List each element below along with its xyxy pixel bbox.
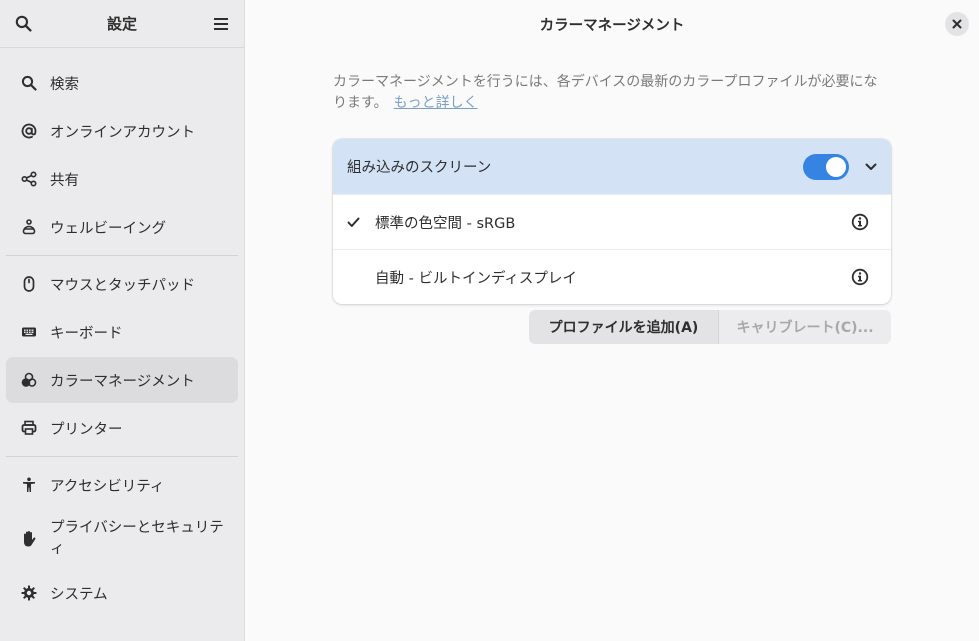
- sidebar-item-keyboard[interactable]: キーボード: [6, 309, 238, 355]
- main-panel: カラーマネージメント カラーマネージメントを行うには、各デバイスの最新のカラープ…: [245, 0, 979, 641]
- gear-icon: [20, 584, 38, 602]
- sidebar-nav: 検索 オンラインアカウント 共有 ウェルビーイング マウスとタッチパッド キーボ…: [0, 48, 244, 616]
- sidebar-item-privacy-security[interactable]: プライバシーとセキュリティ: [6, 510, 238, 568]
- share-icon: [20, 170, 38, 188]
- sidebar-item-label: カラーマネージメント: [50, 373, 195, 390]
- sidebar-item-label: プライバシーとセキュリティ: [50, 520, 224, 557]
- keyboard-icon: [20, 323, 38, 341]
- accessibility-icon: [20, 476, 38, 494]
- profile-row[interactable]: 標準の色空間 - sRGB: [333, 194, 891, 249]
- sidebar-item-system[interactable]: システム: [6, 570, 238, 616]
- profile-button-group: プロファイルを追加(A) キャリブレート(C)...: [333, 310, 891, 344]
- sidebar-title: 設定: [106, 15, 137, 33]
- intro-text: カラーマネージメントを行うには、各デバイスの最新のカラープロファイルが必要になり…: [333, 72, 891, 114]
- sidebar-item-label: マウスとタッチパッド: [50, 277, 195, 294]
- sidebar-item-label: キーボード: [50, 325, 123, 342]
- sidebar-item-wellbeing[interactable]: ウェルビーイング: [6, 204, 238, 250]
- sidebar-item-label: システム: [50, 586, 108, 603]
- toggle-knob: [826, 156, 846, 177]
- calibrate-button[interactable]: キャリブレート(C)...: [718, 310, 891, 344]
- check-icon: [347, 217, 375, 228]
- sidebar-item-label: ウェルビーイング: [50, 220, 166, 237]
- sidebar-item-search[interactable]: 検索: [6, 60, 238, 106]
- learn-more-link[interactable]: もっと詳しく: [394, 95, 478, 111]
- sidebar-item-label: オンラインアカウント: [50, 124, 195, 141]
- color-icon: [20, 371, 38, 389]
- search-button[interactable]: [13, 14, 33, 34]
- sidebar-item-label: アクセシビリティ: [50, 478, 165, 495]
- color-content: カラーマネージメントを行うには、各デバイスの最新のカラープロファイルが必要になり…: [333, 72, 891, 344]
- sidebar-item-sharing[interactable]: 共有: [6, 156, 238, 202]
- search-icon: [20, 74, 38, 92]
- main-menu-button[interactable]: [211, 14, 231, 34]
- at-icon: [20, 122, 38, 140]
- search-icon: [15, 15, 32, 32]
- info-icon[interactable]: [851, 268, 869, 286]
- add-profile-button[interactable]: プロファイルを追加(A): [529, 310, 718, 344]
- sidebar-item-online-accounts[interactable]: オンラインアカウント: [6, 108, 238, 154]
- sidebar: 設定 検索 オンラインアカウント 共有 ウェルビーイング マウスとタッチパッド …: [0, 0, 245, 641]
- info-icon[interactable]: [851, 213, 869, 231]
- device-toggle[interactable]: [803, 153, 849, 180]
- profile-label: 標準の色空間 - sRGB: [375, 215, 516, 232]
- profile-row[interactable]: 自動 - ビルトインディスプレイ: [333, 249, 891, 304]
- sidebar-item-mouse-touchpad[interactable]: マウスとタッチパッド: [6, 261, 238, 307]
- profile-label: 自動 - ビルトインディスプレイ: [375, 270, 577, 287]
- settings-window: 設定 検索 オンラインアカウント 共有 ウェルビーイング マウスとタッチパッド …: [0, 0, 979, 641]
- sidebar-item-label: 検索: [50, 76, 79, 93]
- hand-icon: [20, 530, 38, 548]
- printer-icon: [20, 419, 38, 437]
- device-name: 組み込みのスクリーン: [347, 160, 492, 176]
- sidebar-item-color-management[interactable]: カラーマネージメント: [6, 357, 238, 403]
- page-title: カラーマネージメント: [539, 17, 685, 34]
- device-row[interactable]: 組み込みのスクリーン: [333, 139, 891, 194]
- sidebar-separator: [6, 255, 238, 256]
- hamburger-icon: [213, 17, 228, 30]
- mouse-icon: [20, 275, 38, 293]
- sidebar-separator: [6, 456, 238, 457]
- sidebar-item-label: 共有: [50, 172, 79, 189]
- main-header: カラーマネージメント: [245, 0, 979, 48]
- sidebar-header: 設定: [0, 0, 244, 48]
- sidebar-item-printers[interactable]: プリンター: [6, 405, 238, 451]
- device-card: 組み込みのスクリーン 標準の色空間 - sRGB 自動 - ビルトインディスプレ…: [333, 139, 891, 304]
- wellbeing-icon: [20, 218, 38, 236]
- chevron-down-icon[interactable]: [865, 163, 877, 171]
- close-icon: [952, 19, 962, 29]
- close-button[interactable]: [945, 12, 969, 36]
- sidebar-item-label: プリンター: [50, 421, 123, 438]
- sidebar-item-accessibility[interactable]: アクセシビリティ: [6, 462, 238, 508]
